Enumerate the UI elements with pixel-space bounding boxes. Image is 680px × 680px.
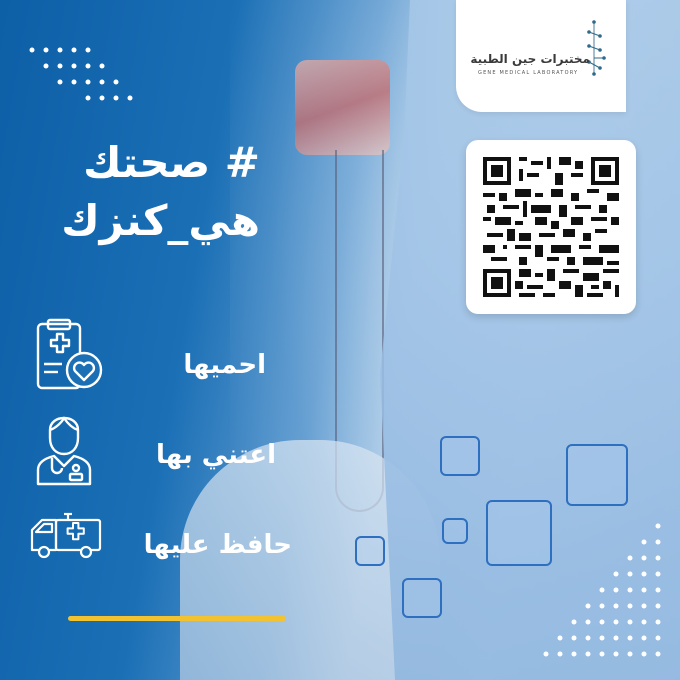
headline-line-1: # صحتك <box>83 138 260 187</box>
logo-name-english: GENE MEDICAL LABORATORY <box>478 70 579 76</box>
logo-name-arabic: مختبرات جين الطبية <box>470 52 590 66</box>
deco-square <box>486 500 552 566</box>
deco-square <box>442 518 468 544</box>
dot-pattern-top <box>29 47 133 101</box>
doctor-icon <box>36 416 92 486</box>
poster: مختبرات جين الطبية GENE MEDICAL LABORATO… <box>0 0 680 680</box>
dna-logo-icon <box>587 20 606 76</box>
item-label-protect: احميها <box>183 350 266 380</box>
clipboard-heart-icon <box>36 318 103 390</box>
qr-code-icon <box>483 157 619 297</box>
blood-bag-image <box>295 60 390 155</box>
logo-card: مختبرات جين الطبية GENE MEDICAL LABORATO… <box>456 0 626 112</box>
deco-square <box>402 578 442 618</box>
item-label-preserve: حافظ عليها <box>143 530 292 560</box>
headline-line-2: هي_كنزك <box>61 196 260 245</box>
accent-underline <box>68 616 286 621</box>
qr-code-frame[interactable] <box>466 140 636 314</box>
ambulance-icon <box>30 512 102 559</box>
item-label-care: اعتني بها <box>156 440 276 470</box>
deco-square <box>440 436 480 476</box>
deco-square <box>566 444 628 506</box>
deco-square <box>355 536 385 566</box>
